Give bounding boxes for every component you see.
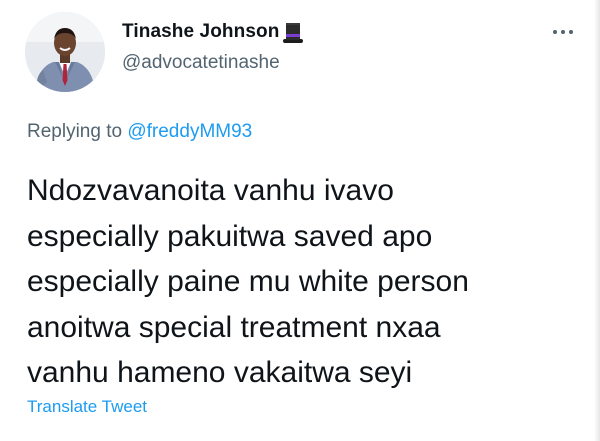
replying-to-label: Replying to — [27, 121, 128, 142]
author-handle[interactable]: @advocatetinashe — [122, 52, 280, 74]
more-options-icon-dot — [569, 30, 573, 34]
window-edge-shadow — [594, 0, 600, 441]
avatar[interactable] — [25, 12, 105, 92]
tweet-text: Ndozvavanoita vanhu ivavo especially pak… — [27, 174, 469, 389]
more-options-icon — [553, 30, 557, 34]
more-options-icon-dot — [561, 30, 565, 34]
reply-mention-link[interactable]: @freddyMM93 — [127, 121, 252, 142]
top-hat-icon — [282, 20, 304, 44]
author-name-row[interactable]: Tinashe Johnson — [122, 19, 304, 45]
translate-tweet-link[interactable]: Translate Tweet — [27, 397, 147, 417]
more-options-button[interactable] — [548, 22, 578, 42]
tweet-card: Tinashe Johnson @advocatetinashe Replyin… — [0, 0, 600, 441]
replying-to-line: Replying to @freddyMM93 — [27, 121, 252, 143]
author-display-name[interactable]: Tinashe Johnson — [122, 21, 279, 43]
avatar-image — [25, 12, 105, 92]
